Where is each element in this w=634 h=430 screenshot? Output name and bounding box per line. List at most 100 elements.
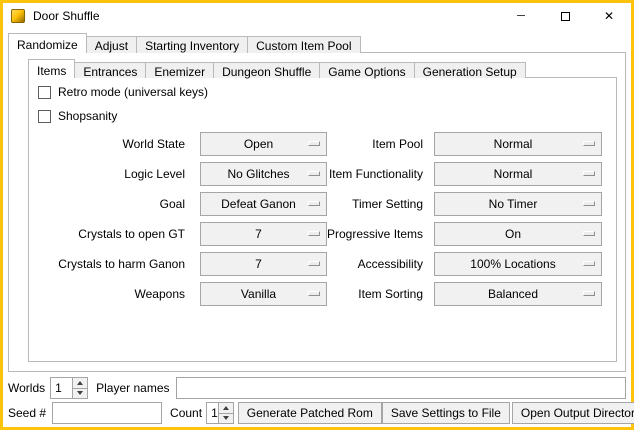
- count-decrement-button[interactable]: [219, 413, 233, 424]
- crystals-ganon-dropdown[interactable]: 7: [200, 252, 327, 276]
- minimize-button[interactable]: ─: [499, 3, 543, 29]
- dropdown-indicator-icon: [308, 291, 320, 296]
- checkbox-box[interactable]: [38, 110, 51, 123]
- checkbox-box[interactable]: [38, 86, 51, 99]
- dropdown-indicator-icon: [583, 201, 595, 206]
- door-shuffle-window: Door Shuffle ─ ✕ Randomize Adjust Starti…: [0, 0, 634, 430]
- item-functionality-label: Item Functionality: [327, 167, 429, 181]
- settings-row: Logic Level No Glitches Item Functionali…: [28, 162, 602, 186]
- count-increment-button[interactable]: [219, 403, 233, 413]
- retro-mode-checkbox[interactable]: Retro mode (universal keys): [38, 84, 208, 100]
- arrow-down-icon: [223, 416, 229, 420]
- checkbox-label: Retro mode (universal keys): [58, 85, 208, 99]
- count-label: Count: [170, 406, 202, 420]
- crystals-gt-dropdown[interactable]: 7: [200, 222, 327, 246]
- spinner-buttons: [72, 378, 87, 398]
- item-functionality-dropdown[interactable]: Normal: [434, 162, 602, 186]
- arrow-down-icon: [77, 391, 83, 395]
- tab-entrances[interactable]: Entrances: [74, 62, 146, 78]
- accessibility-label: Accessibility: [327, 257, 429, 271]
- tab-dungeon-shuffle[interactable]: Dungeon Shuffle: [213, 62, 320, 78]
- crystals-gt-label: Crystals to open GT: [28, 227, 193, 241]
- goal-label: Goal: [28, 197, 193, 211]
- checkbox-label: Shopsanity: [58, 109, 117, 123]
- tab-randomize[interactable]: Randomize: [8, 33, 87, 53]
- timer-setting-dropdown[interactable]: No Timer: [434, 192, 602, 216]
- seed-label: Seed #: [8, 406, 46, 420]
- dropdown-indicator-icon: [583, 291, 595, 296]
- dropdown-value: On: [505, 227, 531, 241]
- shopsanity-checkbox[interactable]: Shopsanity: [38, 108, 117, 124]
- dropdown-value: Balanced: [488, 287, 548, 301]
- progressive-items-dropdown[interactable]: On: [434, 222, 602, 246]
- arrow-up-icon: [223, 406, 229, 410]
- dropdown-value: 100% Locations: [470, 257, 565, 271]
- dropdown-value: 7: [255, 257, 272, 271]
- progressive-items-label: Progressive Items: [327, 227, 429, 241]
- tab-enemizer[interactable]: Enemizer: [145, 62, 214, 78]
- crystals-ganon-label: Crystals to harm Ganon: [28, 257, 193, 271]
- dropdown-value: Vanilla: [241, 287, 286, 301]
- dropdown-indicator-icon: [308, 141, 320, 146]
- item-pool-dropdown[interactable]: Normal: [434, 132, 602, 156]
- dropdown-value: Defeat Ganon: [221, 197, 306, 211]
- window-title: Door Shuffle: [33, 9, 100, 23]
- count-spinner[interactable]: 1: [206, 402, 234, 424]
- maximize-button[interactable]: [543, 3, 587, 29]
- accessibility-dropdown[interactable]: 100% Locations: [434, 252, 602, 276]
- dropdown-indicator-icon: [583, 261, 595, 266]
- weapons-dropdown[interactable]: Vanilla: [200, 282, 327, 306]
- dropdown-value: No Glitches: [227, 167, 299, 181]
- primary-tab-bar: Randomize Adjust Starting Inventory Cust…: [8, 33, 361, 53]
- worlds-value[interactable]: 1: [51, 378, 72, 398]
- settings-row: Goal Defeat Ganon Timer Setting No Timer: [28, 192, 602, 216]
- item-sorting-dropdown[interactable]: Balanced: [434, 282, 602, 306]
- world-state-dropdown[interactable]: Open: [200, 132, 327, 156]
- logic-level-dropdown[interactable]: No Glitches: [200, 162, 327, 186]
- dropdown-value: Normal: [494, 167, 543, 181]
- player-names-label: Player names: [96, 381, 169, 395]
- tab-adjust[interactable]: Adjust: [86, 36, 137, 53]
- close-icon: ✕: [604, 10, 614, 22]
- save-settings-button[interactable]: Save Settings to File: [382, 402, 510, 424]
- logic-level-label: Logic Level: [28, 167, 193, 181]
- open-output-directory-button[interactable]: Open Output Directory: [512, 402, 634, 424]
- worlds-spinner[interactable]: 1: [50, 377, 88, 399]
- dropdown-value: No Timer: [489, 197, 548, 211]
- seed-input[interactable]: [52, 402, 162, 424]
- settings-row: Crystals to harm Ganon 7 Accessibility 1…: [28, 252, 602, 276]
- world-state-label: World State: [28, 137, 193, 151]
- settings-row: Weapons Vanilla Item Sorting Balanced: [28, 282, 602, 306]
- settings-grid: World State Open Item Pool Normal Logic …: [28, 132, 602, 312]
- dropdown-indicator-icon: [583, 231, 595, 236]
- worlds-decrement-button[interactable]: [73, 388, 87, 399]
- settings-row: Crystals to open GT 7 Progressive Items …: [28, 222, 602, 246]
- tab-starting-inventory[interactable]: Starting Inventory: [136, 36, 248, 53]
- worlds-label: Worlds: [8, 381, 45, 395]
- dropdown-value: 7: [255, 227, 272, 241]
- count-value[interactable]: 1: [207, 403, 218, 423]
- dropdown-indicator-icon: [308, 201, 320, 206]
- worlds-increment-button[interactable]: [73, 378, 87, 388]
- window-controls: ─ ✕: [499, 3, 631, 29]
- minimize-icon: ─: [517, 11, 525, 22]
- tab-items[interactable]: Items: [28, 59, 75, 78]
- goal-dropdown[interactable]: Defeat Ganon: [200, 192, 327, 216]
- tab-custom-item-pool[interactable]: Custom Item Pool: [247, 36, 360, 53]
- tab-generation-setup[interactable]: Generation Setup: [414, 62, 526, 78]
- dropdown-indicator-icon: [583, 171, 595, 176]
- generate-patched-rom-button[interactable]: Generate Patched Rom: [238, 402, 382, 424]
- player-names-input[interactable]: [176, 377, 627, 399]
- item-pool-label: Item Pool: [327, 137, 429, 151]
- dropdown-value: Open: [244, 137, 283, 151]
- arrow-up-icon: [77, 381, 83, 385]
- dropdown-indicator-icon: [308, 171, 320, 176]
- dropdown-indicator-icon: [308, 231, 320, 236]
- timer-setting-label: Timer Setting: [327, 197, 429, 211]
- tab-game-options[interactable]: Game Options: [319, 62, 414, 78]
- close-button[interactable]: ✕: [587, 3, 631, 29]
- settings-row: World State Open Item Pool Normal: [28, 132, 602, 156]
- spinner-buttons: [218, 403, 233, 423]
- item-sorting-label: Item Sorting: [327, 287, 429, 301]
- secondary-tab-bar: Items Entrances Enemizer Dungeon Shuffle…: [28, 59, 526, 78]
